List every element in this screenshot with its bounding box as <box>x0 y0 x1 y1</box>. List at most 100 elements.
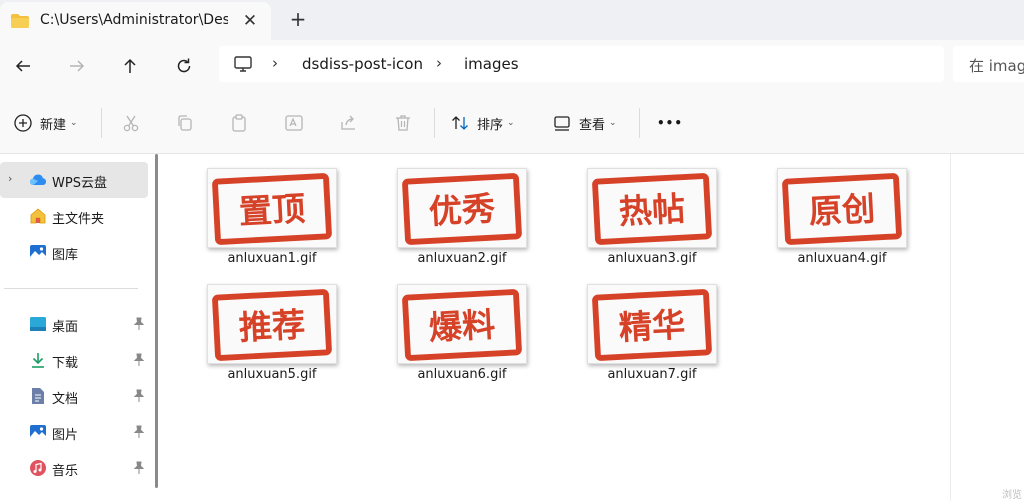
sort-button[interactable]: 排序 ⌄ <box>450 110 515 136</box>
file-thumbnail: 热帖 <box>587 168 717 248</box>
pin-icon[interactable] <box>132 317 146 331</box>
stamp-label: 置顶 <box>238 189 306 231</box>
sidebar-item-pictures[interactable]: 图片 <box>0 414 148 450</box>
file-name: anluxuan4.gif <box>797 251 887 266</box>
this-pc-icon <box>234 56 252 72</box>
view-icon <box>554 116 570 131</box>
back-button[interactable] <box>10 53 36 79</box>
trash-icon <box>396 115 410 131</box>
chevron-right-icon: › <box>436 54 442 72</box>
cloud-icon <box>30 174 46 185</box>
file-name: anluxuan7.gif <box>607 367 697 382</box>
sidebar-item-wps-cloud[interactable]: › WPS云盘 <box>0 162 148 198</box>
clipboard-icon <box>232 114 246 132</box>
sort-button-label: 排序 <box>477 117 504 133</box>
chevron-down-icon: ⌄ <box>70 118 78 128</box>
divider <box>639 108 640 138</box>
sidebar-item-label: 文档 <box>52 392 79 407</box>
breadcrumb-item-images[interactable]: images <box>464 55 519 73</box>
chevron-right-icon: › <box>272 54 278 72</box>
stamp-label: 热帖 <box>618 189 686 231</box>
breadcrumb-item-folder[interactable]: dsdiss-post-icon <box>302 55 423 73</box>
details-pane-edge <box>950 154 951 501</box>
pin-icon[interactable] <box>132 353 146 367</box>
pin-icon[interactable] <box>132 389 146 403</box>
paste-button[interactable] <box>229 110 249 136</box>
stamp-label: 精华 <box>618 305 686 347</box>
tab-bar: C:\Users\Administrator\Desktop ✕ + <box>0 0 1024 40</box>
sidebar-item-home[interactable]: 主文件夹 <box>0 198 148 234</box>
close-tab-button[interactable]: ✕ <box>240 11 260 31</box>
tab-current-folder[interactable]: C:\Users\Administrator\Desktop ✕ <box>0 2 271 40</box>
navigation-pane: › WPS云盘 主文件夹 图库 桌面 下载 文档 图片 音乐 <box>0 154 160 501</box>
sidebar-scrollbar[interactable] <box>155 154 158 488</box>
stamp-label: 爆料 <box>428 305 496 347</box>
scissors-icon <box>123 115 139 132</box>
file-list: 置顶 anluxuan1.gif 优秀 anluxuan2.gif 热帖 anl… <box>160 154 950 501</box>
delete-button[interactable] <box>393 110 413 136</box>
sidebar-item-label: 音乐 <box>52 464 79 479</box>
plus-circle-icon <box>14 114 32 132</box>
tab-title: C:\Users\Administrator\Desktop <box>40 12 228 28</box>
share-button[interactable] <box>339 110 359 136</box>
up-button[interactable] <box>117 53 143 79</box>
stamp-label: 原创 <box>808 189 876 231</box>
file-item[interactable]: 原创 anluxuan4.gif <box>762 158 912 268</box>
divider <box>434 108 435 138</box>
file-item[interactable]: 置顶 anluxuan1.gif <box>192 158 342 268</box>
stamp-label: 推荐 <box>238 305 306 347</box>
file-item[interactable]: 推荐 anluxuan5.gif <box>192 274 342 384</box>
file-thumbnail: 原创 <box>777 168 907 248</box>
sidebar-item-label: 下载 <box>52 356 79 371</box>
file-name: anluxuan6.gif <box>417 367 507 382</box>
file-thumbnail: 优秀 <box>397 168 527 248</box>
refresh-icon <box>177 58 191 73</box>
address-bar[interactable]: › dsdiss-post-icon › images <box>219 46 944 82</box>
sidebar-item-label: 图片 <box>52 428 79 443</box>
copy-button[interactable] <box>175 110 195 136</box>
new-button[interactable]: 新建 ⌄ <box>13 110 78 136</box>
file-thumbnail: 爆料 <box>397 284 527 364</box>
file-name: anluxuan5.gif <box>227 367 317 382</box>
rename-icon <box>285 115 303 131</box>
chevron-down-icon: ⌄ <box>609 118 617 128</box>
file-thumbnail: 推荐 <box>207 284 337 364</box>
chevron-down-icon: ⌄ <box>507 118 515 128</box>
sidebar-item-downloads[interactable]: 下载 <box>0 342 148 378</box>
sidebar-item-desktop[interactable]: 桌面 <box>0 306 148 342</box>
new-tab-button[interactable]: + <box>287 8 309 30</box>
address-row: › dsdiss-post-icon › images 在 imag <box>0 40 1024 92</box>
more-options-button[interactable]: ••• <box>657 110 683 136</box>
sidebar-item-documents[interactable]: 文档 <box>0 378 148 414</box>
refresh-button[interactable] <box>171 53 197 79</box>
share-icon <box>341 115 355 130</box>
view-button-label: 查看 <box>579 117 606 133</box>
chevron-right-icon[interactable]: › <box>8 172 12 185</box>
corner-label: 浏览 <box>1002 490 1022 501</box>
file-item[interactable]: 精华 anluxuan7.gif <box>572 274 722 384</box>
file-name: anluxuan2.gif <box>417 251 507 266</box>
file-name: anluxuan3.gif <box>607 251 697 266</box>
sort-icon <box>452 116 468 130</box>
sidebar-item-gallery[interactable]: 图库 <box>0 234 148 270</box>
download-icon <box>32 353 44 368</box>
file-item[interactable]: 优秀 anluxuan2.gif <box>382 158 532 268</box>
desktop-icon <box>30 317 46 331</box>
file-item[interactable]: 热帖 anluxuan3.gif <box>572 158 722 268</box>
view-button[interactable]: 查看 ⌄ <box>552 110 617 136</box>
sidebar-item-label: 主文件夹 <box>52 212 105 227</box>
arrow-left-icon <box>15 60 30 72</box>
pin-icon[interactable] <box>132 461 146 475</box>
divider <box>4 288 138 289</box>
file-name: anluxuan1.gif <box>227 251 317 266</box>
copy-icon <box>178 115 192 131</box>
pin-icon[interactable] <box>132 425 146 439</box>
forward-button[interactable] <box>64 53 90 79</box>
arrow-up-icon <box>124 58 136 73</box>
rename-button[interactable] <box>284 110 304 136</box>
file-item[interactable]: 爆料 anluxuan6.gif <box>382 274 532 384</box>
cut-button[interactable] <box>121 110 141 136</box>
search-box[interactable]: 在 imag <box>953 46 1024 82</box>
sidebar-item-music[interactable]: 音乐 <box>0 450 148 486</box>
folder-icon <box>11 14 29 28</box>
